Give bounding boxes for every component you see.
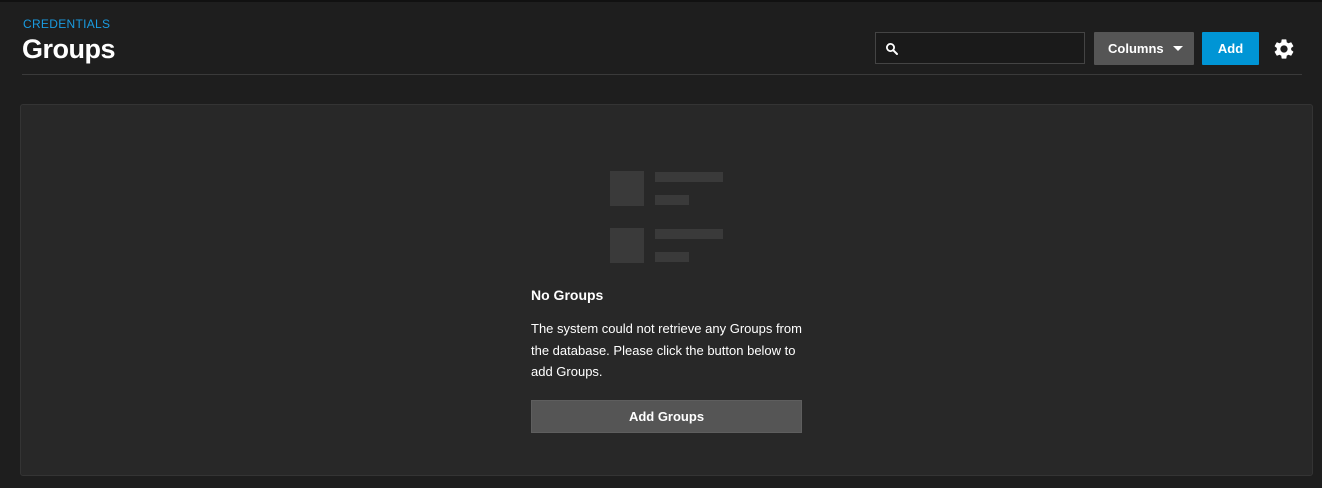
breadcrumb[interactable]: CREDENTIALS [23,17,110,31]
columns-button-label: Columns [1108,41,1164,56]
columns-button[interactable]: Columns [1094,32,1194,65]
list-placeholder-icon [610,171,723,263]
add-button[interactable]: Add [1202,32,1259,65]
gear-icon[interactable] [1272,37,1296,61]
empty-state-message: The system could not retrieve any Groups… [531,321,802,379]
add-groups-button[interactable]: Add Groups [531,400,802,433]
search-input[interactable] [904,33,1084,65]
window-top-border [0,0,1322,2]
search-field[interactable] [875,32,1085,65]
page-title: Groups [22,34,116,64]
header-divider [22,74,1302,75]
search-icon [886,43,898,55]
chevron-down-icon [1173,46,1183,51]
empty-state-title: No Groups [531,287,604,303]
